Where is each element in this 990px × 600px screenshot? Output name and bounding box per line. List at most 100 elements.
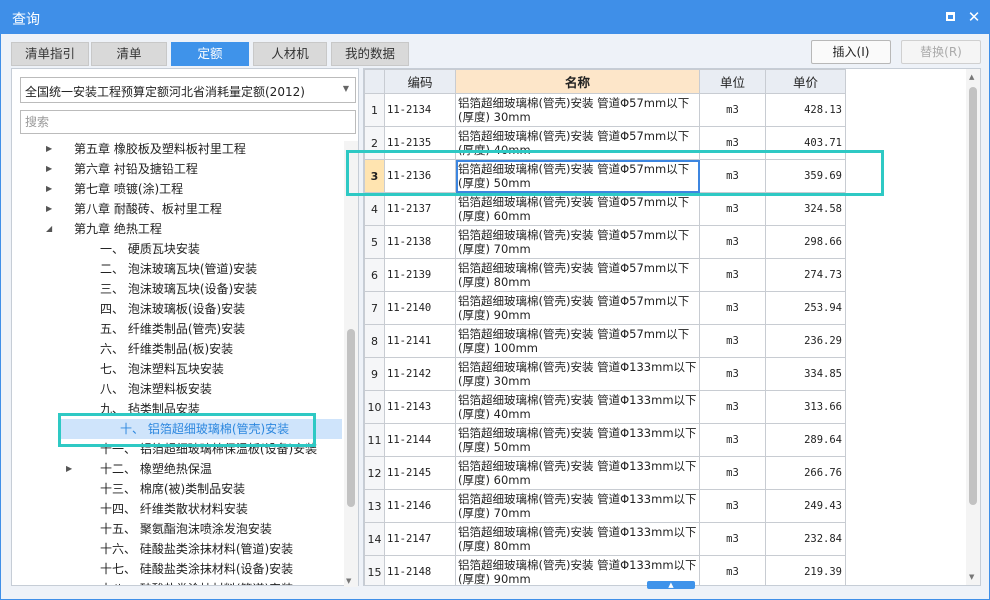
price-cell[interactable]: 253.94 [765, 291, 846, 325]
table-row[interactable]: 4 11-2137 铝箔超细玻璃棉(管壳)安装 管道Φ57mm以下(厚度) 60mm… [364, 192, 846, 226]
tree-item[interactable]: ◢ 第九章 绝热工程 [12, 219, 342, 239]
search-input[interactable] [21, 111, 355, 133]
name-cell[interactable]: 铝箔超细玻璃棉(管壳)安装 管道Φ57mm以下(厚度) 50mm [455, 159, 700, 193]
row-number-cell[interactable]: 11 [364, 423, 385, 457]
tree-item[interactable]: ▶ 第五章 橡胶板及塑料板衬里工程 [12, 139, 342, 159]
insert-button[interactable]: 插入(I) [811, 40, 891, 64]
unit-cell[interactable]: m3 [699, 423, 766, 457]
price-header[interactable]: 单价 [765, 69, 846, 94]
name-cell[interactable]: 铝箔超细玻璃棉(管壳)安装 管道Φ57mm以下(厚度) 70mm [455, 225, 700, 259]
name-cell[interactable]: 铝箔超细玻璃棉(管壳)安装 管道Φ57mm以下(厚度) 90mm [455, 291, 700, 325]
table-row[interactable]: 3 11-2136 铝箔超细玻璃棉(管壳)安装 管道Φ57mm以下(厚度) 50mm… [364, 159, 846, 193]
collapse-arrow-icon[interactable]: ◢ [46, 219, 52, 239]
tree-item[interactable]: ▶ 第六章 衬铅及搪铅工程 [12, 159, 342, 179]
unit-cell[interactable]: m3 [699, 291, 766, 325]
unit-cell[interactable]: m3 [699, 324, 766, 358]
price-cell[interactable]: 298.66 [765, 225, 846, 259]
code-cell[interactable]: 11-2139 [384, 258, 456, 292]
table-row[interactable]: 12 11-2145 铝箔超细玻璃棉(管壳)安装 管道Φ133mm以下(厚度) 60… [364, 456, 846, 490]
name-cell[interactable]: 铝箔超细玻璃棉(管壳)安装 管道Φ57mm以下(厚度) 100mm [455, 324, 700, 358]
tree-item[interactable]: 八、 泡沫塑料板安装 [12, 379, 342, 399]
tree-item[interactable]: ▶ 第七章 喷镀(涂)工程 [12, 179, 342, 199]
table-row[interactable]: 9 11-2142 铝箔超细玻璃棉(管壳)安装 管道Φ133mm以下(厚度) 30m… [364, 357, 846, 391]
price-cell[interactable]: 324.58 [765, 192, 846, 226]
code-cell[interactable]: 11-2145 [384, 456, 456, 490]
expand-arrow-icon[interactable]: ▶ [66, 459, 72, 479]
name-cell[interactable]: 铝箔超细玻璃棉(管壳)安装 管道Φ133mm以下(厚度) 30mm [455, 357, 700, 391]
tree-item[interactable]: 一、 硬质瓦块安装 [12, 239, 342, 259]
price-cell[interactable]: 334.85 [765, 357, 846, 391]
unit-cell[interactable]: m3 [699, 390, 766, 424]
tree-item[interactable]: 十八、 硅酸盐类涂抹材料(管道)安装 [12, 579, 342, 585]
tab-labor-material-machine[interactable]: 人材机 [253, 42, 327, 66]
price-cell[interactable]: 219.39 [765, 555, 846, 585]
expand-arrow-icon[interactable]: ▶ [46, 159, 52, 179]
unit-cell[interactable]: m3 [699, 555, 766, 585]
table-row[interactable]: 15 11-2148 铝箔超细玻璃棉(管壳)安装 管道Φ133mm以下(厚度) 90… [364, 555, 846, 585]
row-number-cell[interactable]: 10 [364, 390, 385, 424]
code-cell[interactable]: 11-2141 [384, 324, 456, 358]
tab-bill[interactable]: 清单 [91, 42, 167, 66]
price-cell[interactable]: 249.43 [765, 489, 846, 523]
grid-scrollbar-thumb[interactable] [969, 87, 977, 505]
unit-header[interactable]: 单位 [699, 69, 766, 94]
row-number-cell[interactable]: 12 [364, 456, 385, 490]
expand-arrow-icon[interactable]: ▶ [46, 139, 52, 159]
tree-item[interactable]: ▶ 十二、 橡塑绝热保温 [12, 459, 342, 479]
tree-scrollbar[interactable]: ▼ [344, 141, 358, 587]
table-row[interactable]: 7 11-2140 铝箔超细玻璃棉(管壳)安装 管道Φ57mm以下(厚度) 90mm… [364, 291, 846, 325]
tree-item[interactable]: 七、 泡沫塑料瓦块安装 [12, 359, 342, 379]
unit-cell[interactable]: m3 [699, 258, 766, 292]
code-cell[interactable]: 11-2140 [384, 291, 456, 325]
scroll-up-icon[interactable]: ▲ [969, 73, 974, 81]
table-row[interactable]: 13 11-2146 铝箔超细玻璃棉(管壳)安装 管道Φ133mm以下(厚度) 70… [364, 489, 846, 523]
name-cell[interactable]: 铝箔超细玻璃棉(管壳)安装 管道Φ133mm以下(厚度) 70mm [455, 489, 700, 523]
tree-scrollbar-thumb[interactable] [347, 329, 355, 507]
code-cell[interactable]: 11-2146 [384, 489, 456, 523]
tab-my-data[interactable]: 我的数据 [331, 42, 409, 66]
name-header[interactable]: 名称 [455, 69, 700, 94]
replace-button[interactable]: 替换(R) [901, 40, 981, 64]
code-cell[interactable]: 11-2147 [384, 522, 456, 556]
code-cell[interactable]: 11-2138 [384, 225, 456, 259]
splitter-handle[interactable]: ▲ [647, 581, 695, 589]
scroll-down-icon[interactable]: ▼ [969, 573, 974, 581]
table-row[interactable]: 10 11-2143 铝箔超细玻璃棉(管壳)安装 管道Φ133mm以下(厚度) 40… [364, 390, 846, 424]
unit-cell[interactable]: m3 [699, 456, 766, 490]
table-row[interactable]: 5 11-2138 铝箔超细玻璃棉(管壳)安装 管道Φ57mm以下(厚度) 70mm… [364, 225, 846, 259]
quota-library-select[interactable]: 全国统一安装工程预算定额河北省消耗量定额(2012) ▼ [20, 77, 356, 103]
name-cell[interactable]: 铝箔超细玻璃棉(管壳)安装 管道Φ57mm以下(厚度) 80mm [455, 258, 700, 292]
name-cell[interactable]: 铝箔超细玻璃棉(管壳)安装 管道Φ133mm以下(厚度) 80mm [455, 522, 700, 556]
name-cell[interactable]: 铝箔超细玻璃棉(管壳)安装 管道Φ57mm以下(厚度) 60mm [455, 192, 700, 226]
name-cell[interactable]: 铝箔超细玻璃棉(管壳)安装 管道Φ133mm以下(厚度) 60mm [455, 456, 700, 490]
search-field[interactable] [20, 110, 356, 134]
price-cell[interactable]: 289.64 [765, 423, 846, 457]
maximize-icon[interactable] [940, 7, 960, 27]
tree-item[interactable]: 十三、 棉席(被)类制品安装 [12, 479, 342, 499]
tab-quota[interactable]: 定额 [171, 42, 249, 66]
close-icon[interactable]: ✕ [964, 7, 984, 27]
row-number-cell[interactable]: 9 [364, 357, 385, 391]
row-number-cell[interactable]: 5 [364, 225, 385, 259]
code-cell[interactable]: 11-2143 [384, 390, 456, 424]
scroll-down-icon[interactable]: ▼ [346, 577, 351, 585]
price-cell[interactable]: 428.13 [765, 93, 846, 127]
tree-item[interactable]: 六、 纤维类制品(板)安装 [12, 339, 342, 359]
row-number-cell[interactable]: 6 [364, 258, 385, 292]
row-number-cell[interactable]: 2 [364, 126, 385, 160]
code-cell[interactable]: 11-2142 [384, 357, 456, 391]
unit-cell[interactable]: m3 [699, 126, 766, 160]
grid-scrollbar[interactable]: ▲ ▼ [966, 69, 980, 585]
row-number-cell[interactable]: 14 [364, 522, 385, 556]
name-cell[interactable]: 铝箔超细玻璃棉(管壳)安装 管道Φ57mm以下(厚度) 40mm [455, 126, 700, 160]
code-cell[interactable]: 11-2144 [384, 423, 456, 457]
unit-cell[interactable]: m3 [699, 489, 766, 523]
tree-item[interactable]: ▶ 第八章 耐酸砖、板衬里工程 [12, 199, 342, 219]
table-row[interactable]: 6 11-2139 铝箔超细玻璃棉(管壳)安装 管道Φ57mm以下(厚度) 80mm… [364, 258, 846, 292]
row-number-cell[interactable]: 7 [364, 291, 385, 325]
tree-item[interactable]: 十六、 硅酸盐类涂抹材料(管道)安装 [12, 539, 342, 559]
table-row[interactable]: 8 11-2141 铝箔超细玻璃棉(管壳)安装 管道Φ57mm以下(厚度) 100m… [364, 324, 846, 358]
tree-item[interactable]: 五、 纤维类制品(管壳)安装 [12, 319, 342, 339]
table-row[interactable]: 11 11-2144 铝箔超细玻璃棉(管壳)安装 管道Φ133mm以下(厚度) 50… [364, 423, 846, 457]
price-cell[interactable]: 236.29 [765, 324, 846, 358]
